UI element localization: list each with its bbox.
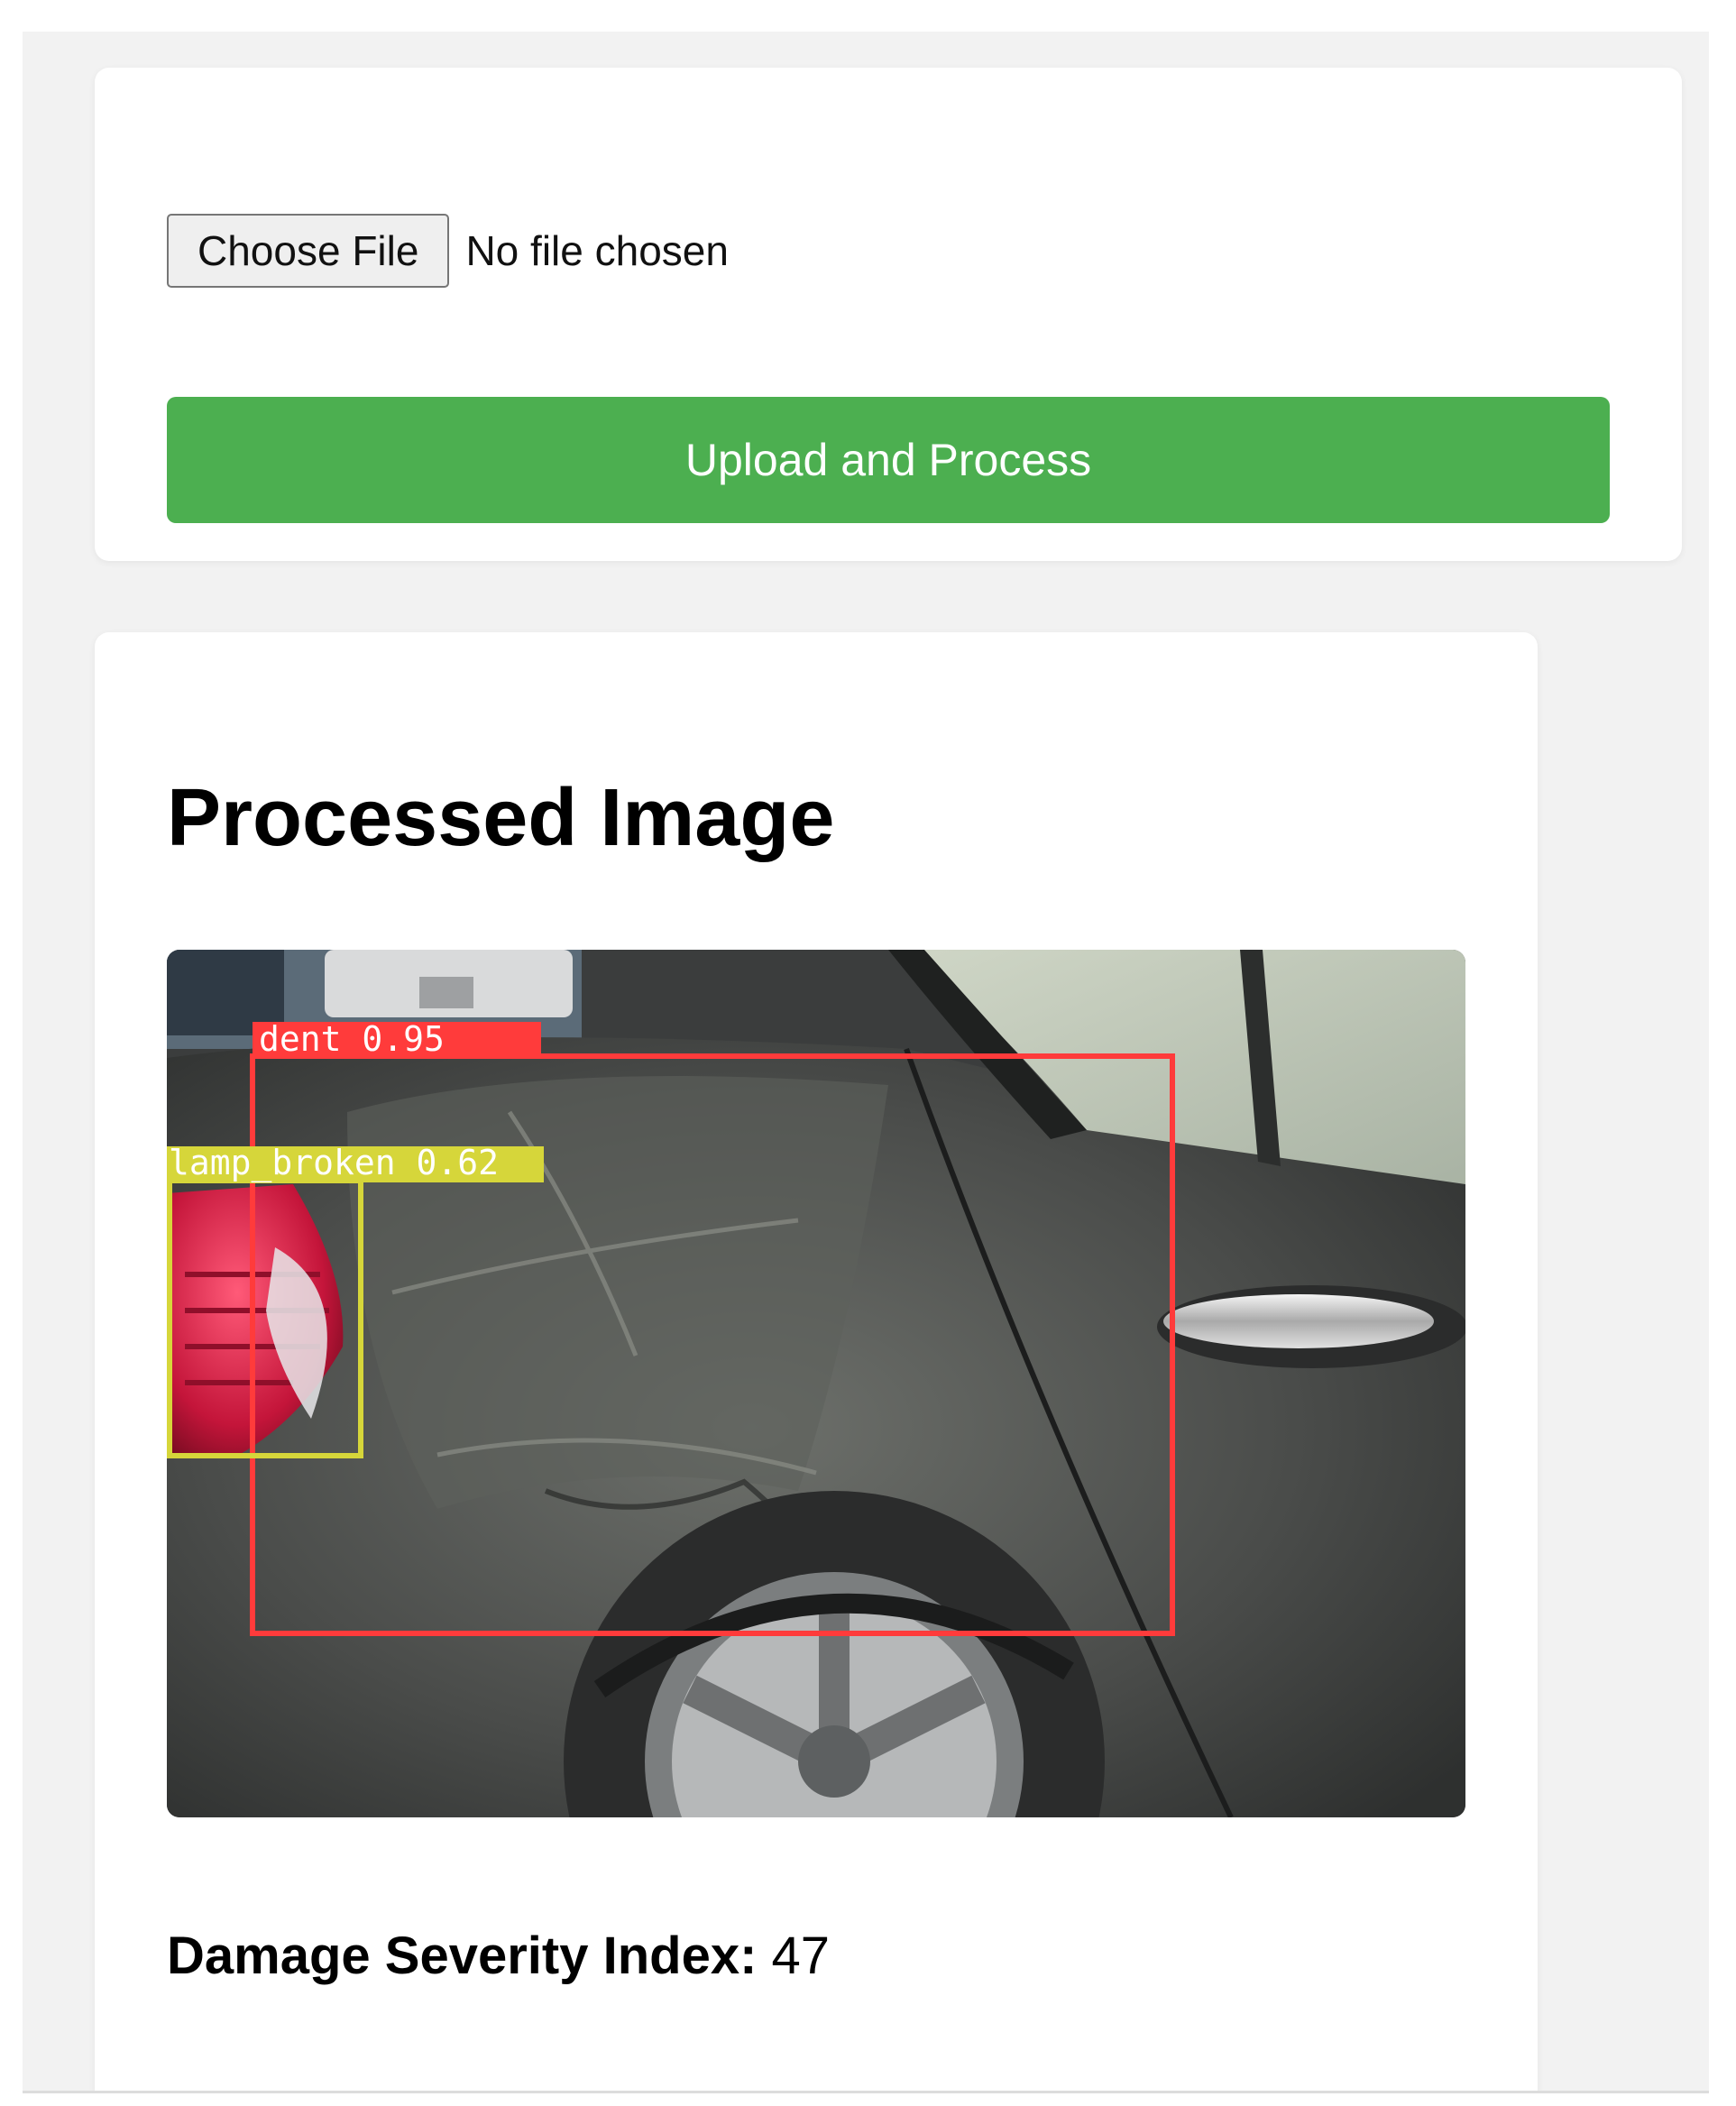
bottom-divider — [23, 2091, 1709, 2093]
severity-index-value: 47 — [771, 1927, 831, 1985]
file-input-row: Choose File No file chosen — [167, 212, 729, 290]
upload-and-process-button[interactable]: Upload and Process — [167, 397, 1610, 523]
upload-card: Choose File No file chosen Upload and Pr… — [95, 68, 1682, 561]
severity-index: Damage Severity Index: 47 — [167, 1926, 830, 1986]
dent-label: dent 0.95 — [259, 1019, 445, 1059]
severity-index-label: Damage Severity Index: — [167, 1927, 758, 1985]
processed-image-title: Processed Image — [167, 773, 835, 863]
result-card: Processed Image dent 0.95 lamp_broken 0.… — [95, 632, 1538, 2092]
door-handle — [1163, 1294, 1434, 1348]
lamp-broken-label: lamp_broken 0.62 — [169, 1143, 499, 1183]
file-status-text: No file chosen — [465, 227, 729, 274]
choose-file-button[interactable]: Choose File — [167, 214, 450, 288]
processed-image-canvas: dent 0.95 lamp_broken 0.62 — [167, 950, 1465, 1817]
page-viewport: Choose File No file chosen Upload and Pr… — [23, 32, 1709, 2092]
processed-image: dent 0.95 lamp_broken 0.62 — [167, 950, 1465, 1817]
